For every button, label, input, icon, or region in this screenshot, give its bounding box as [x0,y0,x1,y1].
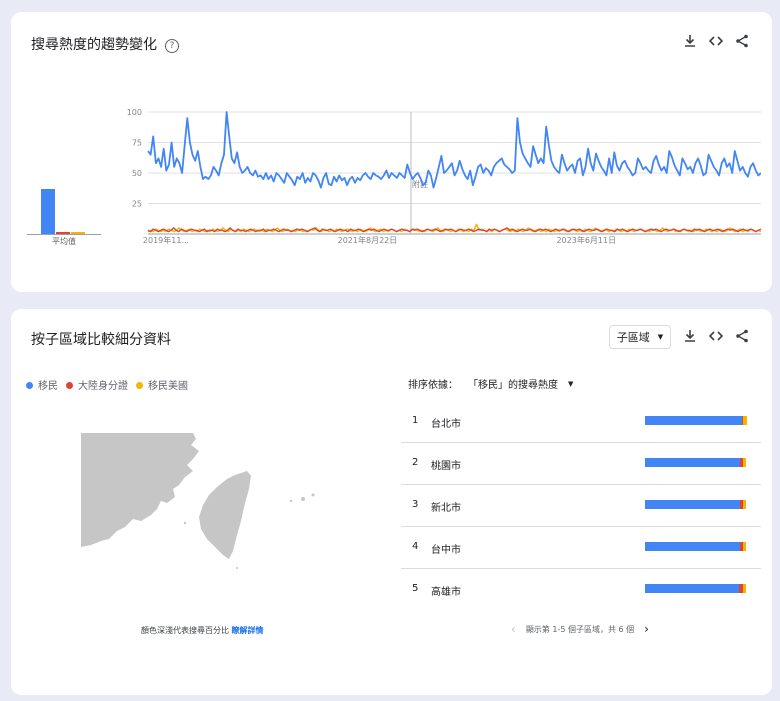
legend-item-1[interactable]: 移民 [26,377,58,392]
legend-item-2[interactable]: 大陸身分證 [66,377,128,392]
chevron-left-icon[interactable]: ‹ [511,622,516,636]
row-name: 新北市 [431,503,461,514]
average-bar-2 [56,231,70,234]
row-bar-segment-1 [645,500,740,509]
sort-by[interactable]: 排序依據： 「移民」的搜尋熱度 ▼ [408,376,574,392]
y-tick-label: 50 [132,169,142,178]
map-caption: 顏色深淺代表搜尋百分比 瞭解詳情 [141,625,264,636]
y-tick-label: 25 [132,200,142,209]
map-caption-text: 顏色深淺代表搜尋百分比 [141,626,229,635]
mainland-shape [81,433,199,547]
share-icon[interactable] [735,34,749,48]
row-rank: 1 [412,415,419,426]
average-bar-1 [41,188,55,234]
region-select[interactable]: 子區域 ▼ [609,325,671,349]
row-rank: 4 [412,541,419,552]
legend-label: 大陸身分證 [78,381,128,392]
pagination: ‹ 顯示第 1-5 個子區域，共 6 個 › [511,622,649,636]
legend: 移民 大陸身分證 移民美國 [26,377,188,392]
island-dot [236,567,238,569]
row-bar-segment-3 [742,458,746,467]
region-card-title: 按子區域比較細分資料 [31,332,171,348]
embed-icon[interactable] [709,34,723,48]
row-name: 高雄市 [431,587,461,598]
dropdown-arrow-icon: ▼ [657,333,664,341]
legend-dot [66,382,73,389]
legend-label: 移民美國 [148,381,188,392]
pager-text: 顯示第 1-5 個子區域，共 6 個 [525,624,635,634]
y-tick-label: 100 [127,108,142,117]
row-bar-segment-1 [645,542,740,551]
row-name: 桃園市 [431,461,461,472]
list-item[interactable]: 5 高雄市 [401,569,761,610]
row-bar-segment-1 [645,458,740,467]
x-tick-label: 2019年11... [143,235,189,245]
row-rank: 3 [412,499,419,510]
x-tick-label: 2023年6月11日 [556,235,616,245]
region-list: 1 台北市 2 桃園市 3 新北市 4 台中市 5 高雄市 [401,401,761,610]
island-dot [183,521,187,525]
row-bar [645,542,746,551]
download-icon[interactable] [683,34,697,48]
island-dot [301,497,305,501]
chevron-right-icon[interactable]: › [644,622,649,636]
help-icon[interactable]: ? [165,39,179,53]
region-map[interactable] [81,431,331,576]
average-bar-3 [71,231,85,234]
legend-item-3[interactable]: 移民美國 [136,377,188,392]
region-toolbar [683,329,749,343]
region-card: 按子區域比較細分資料 子區域 ▼ 移民 大陸身分證 移民美國 顏色深淺代表搜尋百分… [11,309,772,695]
legend-dot [136,382,143,389]
embed-icon[interactable] [709,329,723,343]
list-item[interactable]: 2 桃園市 [401,443,761,485]
list-item[interactable]: 4 台中市 [401,527,761,569]
legend-dot [26,382,33,389]
share-icon[interactable] [735,329,749,343]
y-tick-label: 75 [132,139,142,148]
island-dot [289,499,293,503]
row-bar-segment-3 [742,584,746,593]
average-bars [27,152,101,235]
row-bar [645,584,746,593]
row-bar-segment-1 [645,416,742,425]
row-bar-segment-3 [742,500,746,509]
row-bar-segment-3 [742,416,747,425]
row-bar-segment-1 [645,584,739,593]
taiwan-shape [199,471,251,559]
row-bar [645,458,746,467]
list-item[interactable]: 1 台北市 [401,401,761,443]
download-icon[interactable] [683,329,697,343]
average-label: 平均值 [52,237,76,246]
row-rank: 2 [412,457,419,468]
dropdown-arrow-icon: ▼ [568,379,574,388]
trend-card-title: 搜尋熱度的趨勢變化? [31,34,179,54]
row-bar-segment-3 [742,542,746,551]
trend-card: 搜尋熱度的趨勢變化? 平均值 100 75 50 25 附註 2019年11... 2021… [11,12,772,292]
sort-value: 「移民」的搜尋熱度 [468,380,558,391]
sort-prefix: 排序依據： [408,380,458,391]
trend-chart: 100755025附註2019年11... 2021年8月22日 2023年6月11… [127,108,761,245]
row-name: 台北市 [431,419,461,430]
trend-toolbar [683,34,749,48]
trend-title-text: 搜尋熱度的趨勢變化 [31,37,157,53]
x-tick-label: 2021年8月22日 [338,235,398,245]
legend-label: 移民 [38,381,58,392]
row-bar [645,500,746,509]
list-item[interactable]: 3 新北市 [401,485,761,527]
island-dot [311,493,315,497]
series-line-1 [147,111,761,189]
region-select-label: 子區域 [616,331,650,344]
learn-more-link[interactable]: 瞭解詳情 [232,626,264,635]
row-bar [645,416,747,425]
row-rank: 5 [412,583,419,594]
row-name: 台中市 [431,545,461,556]
